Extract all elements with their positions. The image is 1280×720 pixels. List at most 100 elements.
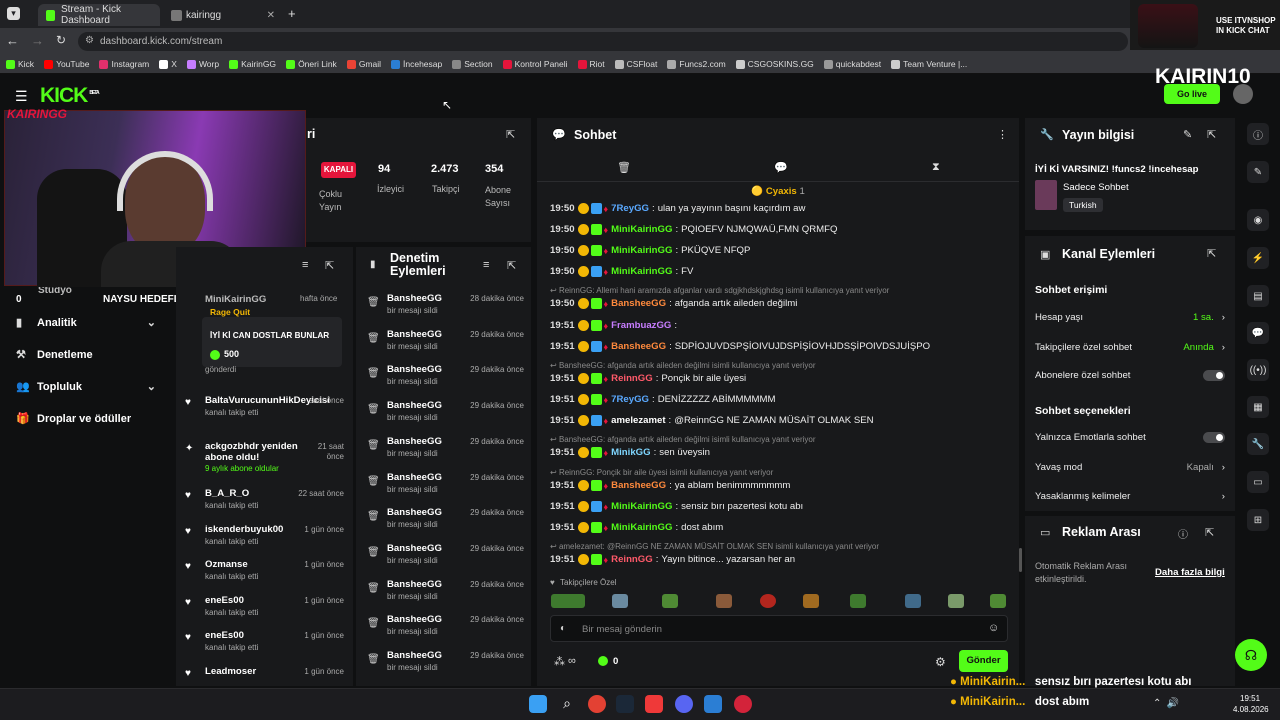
chat-username[interactable]: MiniKairinGG — [611, 245, 672, 256]
chat-message[interactable]: 19:51 ♦ BansheeGG : ya ablam benimmmmmmm — [550, 480, 790, 491]
back-icon[interactable]: ← — [6, 33, 19, 48]
chat-message[interactable]: 19:51 ♦ amelezamet : @ReinnGG NE ZAMAN M… — [550, 415, 874, 426]
search-icon[interactable]: ⌕ — [558, 695, 576, 713]
chat-message[interactable]: 19:51 ♦ ReinnGG : Ponçik bir aile üyesi — [550, 373, 746, 384]
sidebar-item-topluluk[interactable]: 👥 Topluluk ⌄ — [16, 380, 156, 394]
moderator-name[interactable]: BansheeGG — [387, 329, 442, 340]
chat-username[interactable]: FrambuazGG — [611, 320, 671, 331]
chat-username[interactable]: 7ReyGG — [611, 394, 649, 405]
moderator-name[interactable]: BansheeGG — [387, 472, 442, 483]
filter-icon[interactable]: ≡ — [302, 259, 308, 271]
ad-break-link[interactable]: Daha fazla bilgi — [1155, 567, 1225, 578]
moderator-name[interactable]: BansheeGG — [387, 579, 442, 590]
activity-user[interactable]: ackgozbhdr yeniden abone oldu! — [205, 441, 305, 463]
vivaldi-icon[interactable] — [645, 695, 663, 713]
popout-icon[interactable]: ⇱ — [1207, 128, 1216, 141]
emote-icon[interactable] — [662, 594, 678, 608]
hamburger-icon[interactable]: ☰ — [15, 88, 28, 105]
emote-icon[interactable] — [612, 594, 628, 608]
chat-username[interactable]: MiniKairinGG — [611, 224, 672, 235]
rail-edit-icon[interactable]: ✎ — [1247, 161, 1269, 183]
popout-icon[interactable]: ⇱ — [507, 259, 516, 272]
tray-icons[interactable]: ⌃ 🔊 — [1153, 698, 1179, 709]
rail-bolt-icon[interactable]: ⚡ — [1247, 247, 1269, 269]
browser-menu-icon[interactable]: ▾ — [7, 7, 20, 20]
tab-stream-dashboard[interactable]: Stream - Kick Dashboard — [38, 4, 160, 26]
popout-icon[interactable]: ⇱ — [1205, 526, 1214, 539]
chrome-icon[interactable] — [588, 695, 606, 713]
moderator-name[interactable]: BansheeGG — [387, 543, 442, 554]
filter-icon[interactable]: ≡ — [483, 259, 489, 271]
close-tab-icon[interactable]: ✕ — [267, 10, 275, 21]
user-avatar[interactable] — [1233, 84, 1253, 104]
chat-message[interactable]: 19:51 ♦ MiniKairinGG : dost abım — [550, 522, 723, 533]
bookmark-item[interactable]: Kontrol Paneli — [502, 59, 568, 69]
chat-message[interactable]: 19:51 ♦ MiniKairinGG : sensiz bırı pazer… — [550, 501, 803, 512]
chat-username[interactable]: amelezamet — [611, 415, 665, 426]
rail-broadcast-icon[interactable]: ((•)) — [1247, 359, 1269, 381]
chat-menu-icon[interactable]: ⋮ — [997, 128, 1008, 141]
bookmark-item[interactable]: Gmail — [346, 59, 381, 69]
bookmark-item[interactable]: İncehesap — [391, 59, 442, 69]
emote-icon[interactable] — [850, 594, 866, 608]
chat-message[interactable]: 19:51 ♦ FrambuazGG : — [550, 320, 680, 331]
pinned-bar[interactable]: 🟡 Cyaxis 1 — [537, 182, 1019, 202]
chat-message[interactable]: 19:51 ♦ MinikGG : sen üveysin — [550, 447, 710, 458]
info-icon[interactable]: ⓘ — [1178, 526, 1188, 541]
account-age-row[interactable]: Hesap yaşı 1 sa. › — [1035, 312, 1225, 323]
emote-icon[interactable] — [990, 594, 1006, 608]
moderator-name[interactable]: BansheeGG — [387, 400, 442, 411]
chat-username[interactable]: BansheeGG — [611, 480, 666, 491]
rail-grid-icon[interactable]: ▦ — [1247, 396, 1269, 418]
emote-icon[interactable] — [905, 594, 921, 608]
rail-camera-icon[interactable]: ◉ — [1247, 209, 1269, 231]
activity-user[interactable]: Leadmoser — [205, 666, 256, 677]
chat-username[interactable]: BansheeGG — [611, 298, 666, 309]
chat-username[interactable]: MiniKairinGG — [611, 522, 672, 533]
rail-add-icon[interactable]: ⊞ — [1247, 509, 1269, 531]
activity-top-user[interactable]: MiniKairinGG — [205, 294, 266, 305]
chat-message[interactable]: 19:51 ♦ BansheeGG : SDPİOJUVDSPŞİOIVUJDS… — [550, 341, 930, 352]
bookmark-item[interactable]: Riot — [577, 59, 605, 69]
activity-user[interactable]: eneEs00 — [205, 595, 244, 606]
bookmark-item[interactable]: Section — [452, 59, 493, 69]
chat-message[interactable]: 19:50 ♦ BansheeGG : afganda artık ailede… — [550, 298, 797, 309]
rail-list-icon[interactable]: ▤ — [1247, 285, 1269, 307]
chat-users-icon[interactable]: ⁂ — [554, 655, 565, 668]
bookmark-item[interactable]: CSGOSKINS.GG — [735, 59, 814, 69]
support-button[interactable]: ☊ — [1235, 639, 1267, 671]
moderator-name[interactable]: BansheeGG — [387, 436, 442, 447]
bookmark-item[interactable]: quickabdest — [823, 59, 881, 69]
banned-words-row[interactable]: Yasaklanmış kelimeler › — [1035, 491, 1225, 502]
edit-icon[interactable]: ✎ — [1183, 128, 1192, 141]
chat-username[interactable]: ReinnGG — [611, 373, 653, 384]
chat-username[interactable]: MinikGG — [611, 447, 650, 458]
hourglass-icon[interactable]: ⧗ — [932, 161, 940, 174]
tab-kairingg[interactable]: kairingg ✕ — [163, 4, 283, 26]
emote-icon[interactable] — [803, 594, 819, 608]
emote-icon[interactable] — [716, 594, 732, 608]
rail-info-icon[interactable]: ⓘ — [1247, 123, 1269, 145]
chat-username[interactable]: BansheeGG — [611, 341, 666, 352]
steam-icon[interactable] — [616, 695, 634, 713]
record-icon[interactable] — [734, 695, 752, 713]
chat-scrollbar[interactable] — [1019, 548, 1022, 572]
activity-user[interactable]: B_A_R_O — [205, 488, 249, 499]
rail-window-icon[interactable]: ▭ — [1247, 471, 1269, 493]
chat-message[interactable]: 19:50 ♦ MiniKairinGG : FV — [550, 266, 693, 277]
sidebar-item-analitik[interactable]: ▮ Analitik ⌄ — [16, 316, 156, 330]
popout-icon[interactable]: ⇱ — [506, 128, 515, 141]
kick-logo[interactable]: KICK BETA — [40, 84, 100, 108]
chat-message[interactable]: 19:50 ♦ 7ReyGG : ulan ya yayının başını … — [550, 203, 805, 214]
discord-icon[interactable] — [675, 695, 693, 713]
moderator-name[interactable]: BansheeGG — [387, 614, 442, 625]
chat-message[interactable]: 19:51 ♦ ReinnGG : Yayın bitince... yazar… — [550, 554, 795, 565]
bookmark-item[interactable]: Öneri Link — [286, 59, 337, 69]
emoji-icon[interactable]: ☺ — [988, 622, 999, 634]
send-button[interactable]: Gönder — [959, 650, 1008, 672]
bookmark-item[interactable]: YouTube — [44, 59, 89, 69]
emote-icon[interactable] — [948, 594, 964, 608]
bookmark-item[interactable]: Worp — [186, 59, 219, 69]
popout-icon[interactable]: ⇱ — [1207, 247, 1216, 260]
emote-only-toggle[interactable] — [1203, 432, 1225, 443]
